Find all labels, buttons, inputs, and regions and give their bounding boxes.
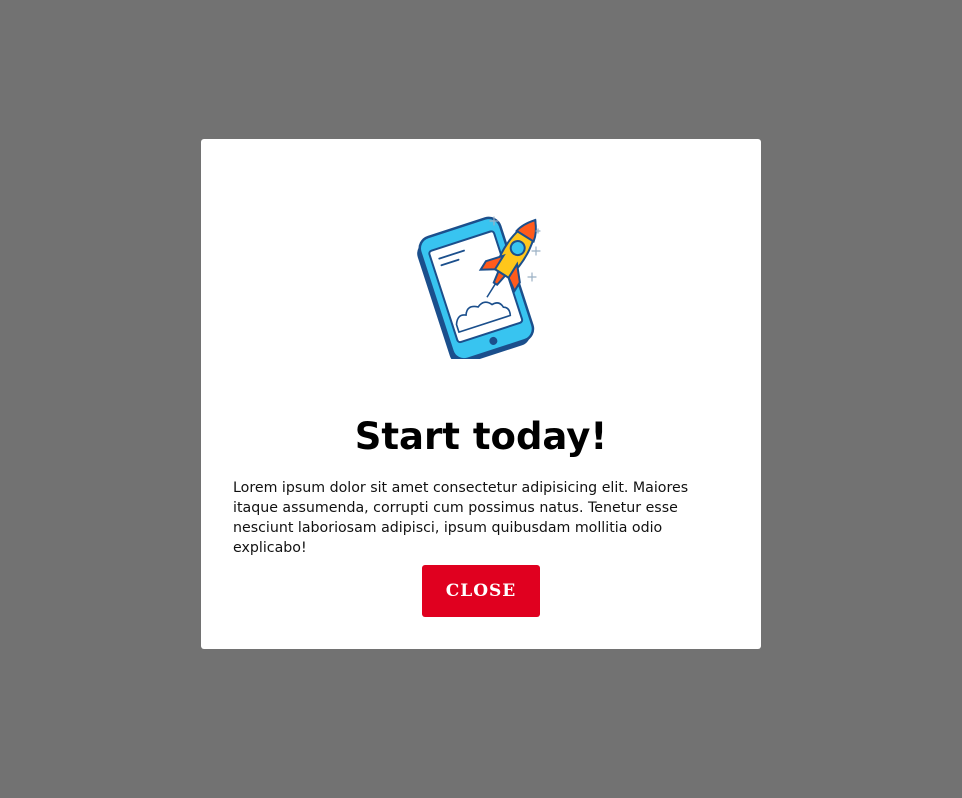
modal-title: Start today! bbox=[354, 415, 608, 458]
modal-dialog: Start today! Lorem ipsum dolor sit amet … bbox=[201, 139, 761, 649]
rocket-phone-icon bbox=[417, 216, 541, 359]
close-button[interactable]: CLOSE bbox=[422, 565, 540, 617]
modal-overlay[interactable]: Start today! Lorem ipsum dolor sit amet … bbox=[0, 0, 962, 798]
modal-body-text: Lorem ipsum dolor sit amet consectetur a… bbox=[233, 480, 689, 556]
phone-rocket-illustration bbox=[201, 209, 761, 359]
